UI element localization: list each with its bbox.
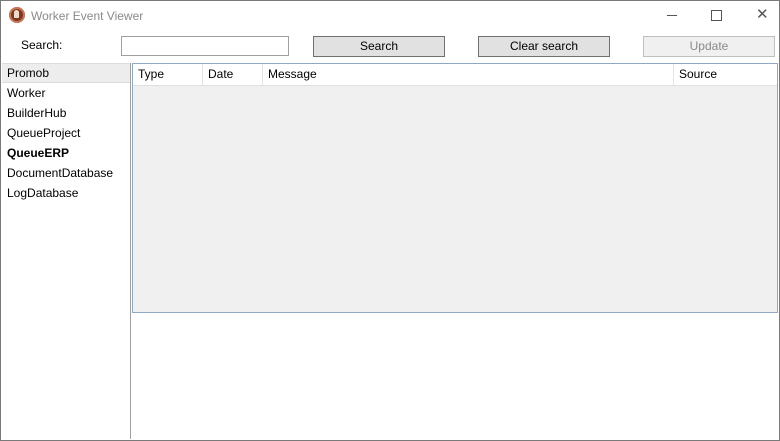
column-header-date[interactable]: Date <box>203 64 263 85</box>
close-icon: ✕ <box>756 6 769 23</box>
grid-header: Type Date Message Source <box>133 64 777 86</box>
events-grid[interactable]: Type Date Message Source <box>132 63 778 313</box>
close-button[interactable]: ✕ <box>739 1 780 30</box>
list-item-documentdatabase[interactable]: DocumentDatabase <box>2 163 130 183</box>
search-label: Search: <box>21 38 63 52</box>
maximize-button[interactable] <box>693 1 739 30</box>
column-header-message[interactable]: Message <box>263 64 674 85</box>
source-list[interactable]: Promob Worker BuilderHub QueueProject Qu… <box>2 63 131 439</box>
app-window: Worker Event Viewer ✕ Search: Search Cle… <box>0 0 780 441</box>
minimize-button[interactable] <box>649 1 695 30</box>
window-title: Worker Event Viewer <box>31 9 144 23</box>
list-item-worker[interactable]: Worker <box>2 83 130 103</box>
column-header-type[interactable]: Type <box>133 64 203 85</box>
list-item-builderhub[interactable]: BuilderHub <box>2 103 130 123</box>
minimize-icon <box>667 15 677 16</box>
list-item-queueproject[interactable]: QueueProject <box>2 123 130 143</box>
update-button: Update <box>643 36 775 57</box>
clear-search-button[interactable]: Clear search <box>478 36 610 57</box>
list-item-promob[interactable]: Promob <box>2 63 130 83</box>
app-icon <box>9 7 25 23</box>
title-bar: Worker Event Viewer ✕ <box>1 1 779 31</box>
search-input[interactable] <box>121 36 289 56</box>
list-item-logdatabase[interactable]: LogDatabase <box>2 183 130 203</box>
column-header-source[interactable]: Source <box>674 64 777 85</box>
maximize-icon <box>711 10 722 21</box>
list-item-queueerp[interactable]: QueueERP <box>2 143 130 163</box>
search-button[interactable]: Search <box>313 36 445 57</box>
